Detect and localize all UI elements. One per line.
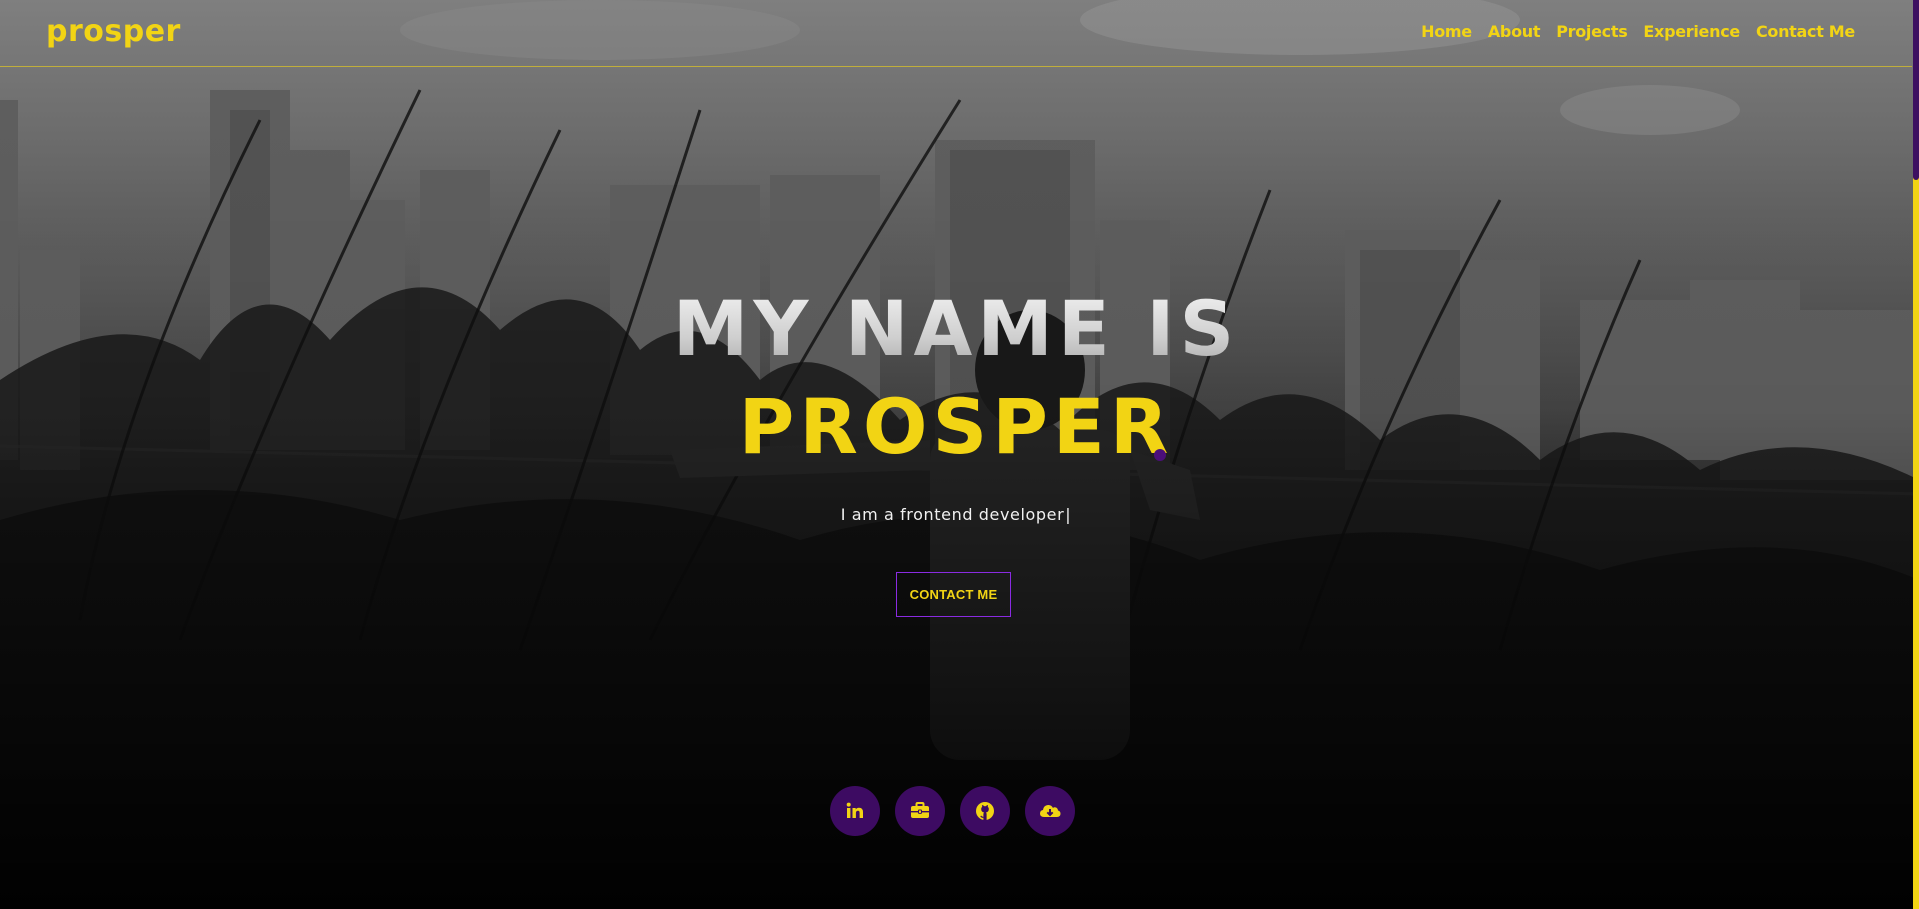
download-cloud-icon [1040,804,1061,817]
hero-heading-name: PROSPER [738,382,1174,471]
github-icon [976,802,994,820]
page-scrollbar[interactable] [1913,0,1919,909]
page: prosper Home About Projects Experience C… [0,0,1919,909]
scrollbar-thumb[interactable] [1913,0,1919,180]
briefcase-icon [911,802,929,818]
typing-cursor: | [1065,505,1072,524]
linkedin-icon [846,802,863,818]
portfolio-link[interactable] [895,786,945,836]
typed-text: I am a frontend developer [840,505,1065,524]
download-resume-link[interactable] [1025,786,1075,836]
linkedin-link[interactable] [830,786,880,836]
heading-dot-accent [1154,449,1166,461]
hero-section: MY NAME IS PROSPER I am a frontend devel… [0,0,1912,909]
social-links [830,786,1075,836]
hero-heading-line1: MY NAME IS [0,284,1912,373]
hero-subtitle: I am a frontend developer| [0,505,1912,524]
github-link[interactable] [960,786,1010,836]
contact-me-button[interactable]: CONTACT ME [896,572,1011,617]
